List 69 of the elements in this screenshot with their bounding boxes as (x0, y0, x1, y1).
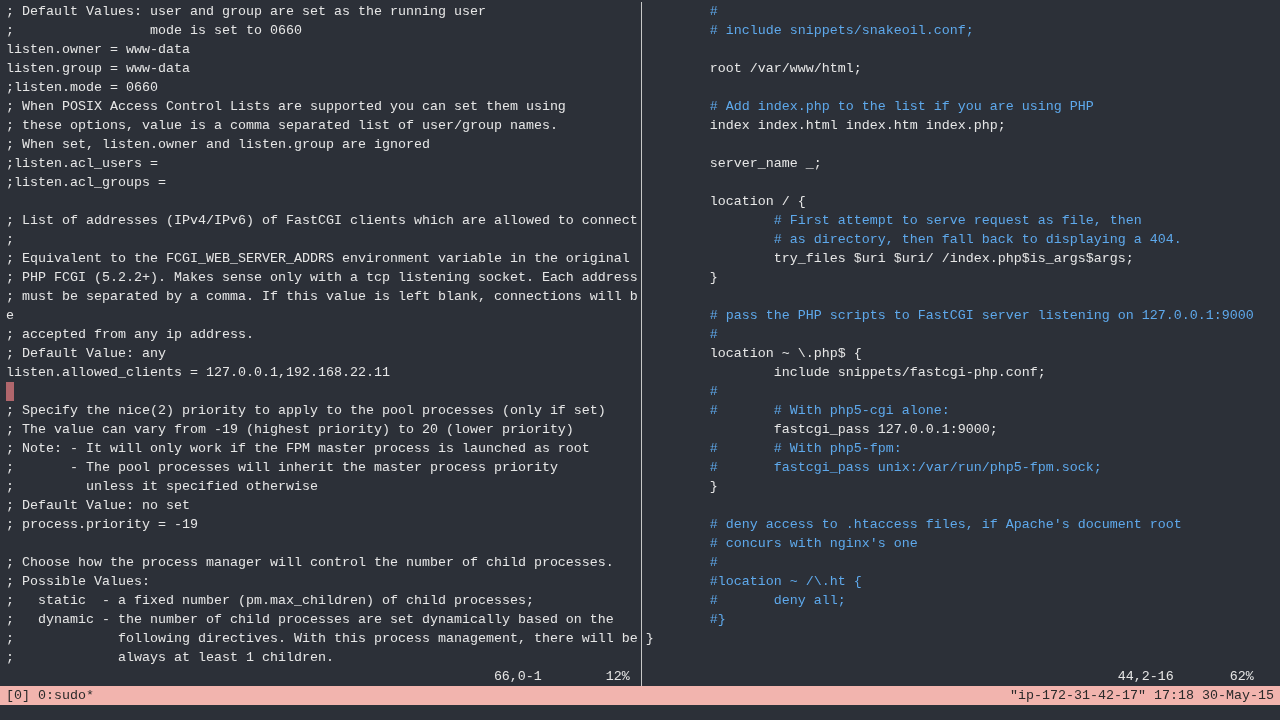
date-label: 30-May-15 (1202, 687, 1274, 705)
config-line: ; When set, listen.owner and listen.group are ignored (6, 136, 430, 154)
code-line: } (708, 478, 718, 496)
code-line: } (645, 630, 654, 648)
config-line: ; process.priority = -19 (6, 516, 198, 534)
scroll-percent: 62% (1229, 668, 1254, 686)
code-line: index index.html index.htm index.php; (708, 117, 1006, 135)
config-line: ;listen.acl_users = (6, 155, 158, 173)
config-line: listen.owner = www-data (6, 41, 190, 59)
config-line: ; these options, value is a comma separated list of user/group names. (6, 117, 558, 135)
config-line: ; accepted from any ip address. (6, 326, 254, 344)
cursor-position: 66,0-1 (493, 668, 542, 686)
config-line: ; PHP FCGI (5.2.2+). Makes sense only with a tcp listening socket. Each address (6, 269, 638, 287)
config-line: ; following directives. With this process management, there will be (6, 630, 638, 648)
config-line: ; unless it specified otherwise (6, 478, 318, 496)
comment-line: # include snippets/snakeoil.conf; (708, 22, 974, 40)
config-line: ; must be separated by a comma. If this value is left blank, connections will b (6, 288, 638, 306)
comment-line: # (708, 3, 718, 21)
config-line: e (6, 307, 14, 325)
comment-line: # Add index.php to the list if you are using PHP (708, 98, 1094, 116)
comment-line: # First attempt to serve request as file, then (772, 212, 1142, 230)
code-line: location ~ \.php$ { (708, 345, 862, 363)
comment-line: # pass the PHP scripts to FastCGI server listening on 127.0.0.1:9000 (708, 307, 1254, 325)
config-line: ; When POSIX Access Control Lists are supported you can set them using (6, 98, 566, 116)
config-line: ; Default Values: user and group are set as the running user (6, 3, 486, 21)
config-line: ; (6, 231, 14, 249)
comment-line: # (708, 383, 718, 401)
comment-line: # as directory, then fall back to displaying a 404. (772, 231, 1182, 249)
code-line: location / { (708, 193, 806, 211)
code-line: } (708, 269, 718, 287)
comment-line: # # With php5-cgi alone: (708, 402, 950, 420)
code-line: try_files $uri $uri/ /index.php$is_args$args; (772, 250, 1134, 268)
config-line: ; List of addresses (IPv4/IPv6) of FastCGI clients which are allowed to connect (6, 212, 638, 230)
code-line: server_name _; (708, 155, 822, 173)
comment-line: # deny access to .htaccess files, if Apache's document root (708, 516, 1182, 534)
comment-line: # # With php5-fpm: (708, 440, 902, 458)
code-line: include snippets/fastcgi-php.conf; (772, 364, 1046, 382)
config-line: ; static - a fixed number (pm.max_children) of child processes; (6, 592, 534, 610)
comment-line: # (708, 326, 718, 344)
comment-line: # (708, 554, 718, 572)
comment-line: #location ~ /\.ht { (708, 573, 862, 591)
config-line: listen.group = www-data (6, 60, 190, 78)
config-line: ; Default Value: any (6, 345, 166, 363)
config-line: ; The value can vary from -19 (highest priority) to 20 (lower priority) (6, 421, 574, 439)
config-line: ; always at least 1 children. (6, 649, 334, 667)
config-line: ; Equivalent to the FCGI_WEB_SERVER_ADDRS environment variable in the original (6, 250, 630, 268)
config-line: ; Note: - It will only work if the FPM master process is launched as root (6, 440, 590, 458)
window-tab[interactable]: 0:sudo* (38, 686, 94, 705)
clock-time: 17:18 (1154, 687, 1195, 705)
session-label: [0] (6, 687, 30, 705)
config-line: ; dynamic - the number of child processes are set dynamically based on the (6, 611, 614, 629)
comment-line: # fastcgi_pass unix:/var/run/php5-fpm.sock; (708, 459, 1102, 477)
config-line: ;listen.mode = 0660 (6, 79, 158, 97)
config-line: ; - The pool processes will inherit the master process priority (6, 459, 558, 477)
scroll-percent: 12% (605, 668, 630, 686)
comment-line: # concurs with nginx's one (708, 535, 918, 553)
host-name: "ip-172-31-42-17" (1010, 687, 1147, 705)
code-line: root /var/www/html; (708, 60, 862, 78)
config-line: ; Specify the nice(2) priority to apply to the pool processes (only if set) (6, 402, 606, 420)
cursor-position: 44,2-16 (1117, 668, 1174, 686)
config-line: ; Possible Values: (6, 573, 150, 591)
config-line: ; Choose how the process manager will control the number of child processes. (6, 554, 614, 572)
config-line: listen.allowed_clients = 127.0.0.1,192.168.22.11 (6, 364, 390, 382)
comment-line: #} (708, 611, 726, 629)
config-line: ; mode is set to 0660 (6, 22, 302, 40)
code-line: fastcgi_pass 127.0.0.1:9000; (772, 421, 998, 439)
config-line: ; Default Value: no set (6, 497, 190, 515)
comment-line: # deny all; (708, 592, 846, 610)
config-line: ;listen.acl_groups = (6, 174, 166, 192)
